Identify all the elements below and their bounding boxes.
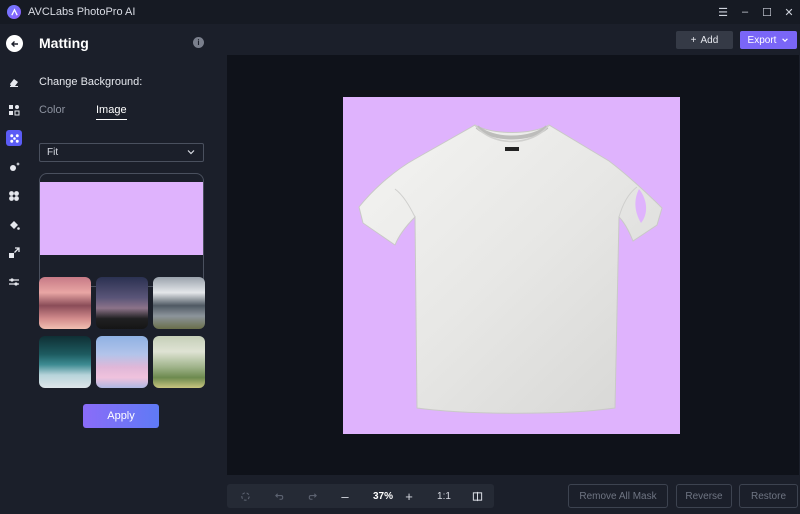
thumbnail-snowy-mountain[interactable]	[153, 277, 205, 329]
reverse-button[interactable]: Reverse	[676, 484, 732, 508]
fan-icon	[9, 191, 19, 201]
tshirt-image	[358, 124, 663, 414]
export-button[interactable]: Export	[740, 31, 797, 49]
chevron-down-icon	[782, 38, 789, 42]
minimize-icon[interactable]: –	[734, 0, 756, 24]
actual-size-button[interactable]: 1:1	[432, 484, 456, 508]
back-button[interactable]	[6, 35, 23, 52]
undo-icon[interactable]	[269, 484, 289, 508]
panel-title: Matting	[39, 35, 89, 51]
image-canvas[interactable]	[227, 55, 799, 475]
view-tools: – 37% + 1:1	[227, 484, 494, 508]
eraser-icon	[10, 79, 18, 87]
thumbnail-dusk-forest[interactable]	[96, 277, 148, 329]
sliders-icon	[9, 278, 19, 286]
add-button-label: Add	[700, 34, 719, 46]
background-color-swatch	[40, 182, 203, 255]
export-button-label: Export	[747, 34, 777, 46]
tool-rail	[0, 24, 28, 514]
tab-color[interactable]: Color	[39, 104, 65, 116]
zoom-level: 37%	[372, 490, 393, 502]
maximize-icon[interactable]: ☐	[756, 0, 778, 24]
sparkle-icon	[10, 162, 20, 171]
menu-icon[interactable]: ☰	[712, 0, 734, 24]
rail-item-face[interactable]	[6, 159, 22, 175]
close-icon[interactable]: ✕	[778, 0, 800, 24]
bottom-toolbar: – 37% + 1:1 Remove All Mask Reverse Rest…	[220, 476, 800, 514]
add-button[interactable]: + Add	[676, 31, 733, 49]
resize-icon	[9, 247, 20, 258]
redo-icon[interactable]	[302, 484, 322, 508]
app-title: AVCLabs PhotoPro AI	[28, 6, 136, 18]
matting-panel: Matting i Change Background: Color Image…	[28, 24, 220, 514]
rail-item-resize[interactable]	[6, 245, 22, 261]
rail-item-enhance[interactable]	[6, 102, 22, 118]
apply-button[interactable]: Apply	[83, 404, 159, 428]
background-preview	[39, 173, 204, 287]
remove-all-mask-button[interactable]: Remove All Mask	[568, 484, 668, 508]
grid-enhance-icon	[9, 105, 20, 116]
thumbnail-meadow-flowers[interactable]	[153, 336, 205, 388]
plus-icon: +	[690, 34, 697, 46]
rail-item-adjust[interactable]	[6, 274, 22, 290]
info-icon[interactable]: i	[193, 37, 204, 48]
thumbnail-ocean-waves[interactable]	[39, 336, 91, 388]
zoom-in-button[interactable]: +	[399, 484, 419, 508]
change-background-label: Change Background:	[39, 76, 143, 88]
thumbnail-mountain-sunset[interactable]	[39, 277, 91, 329]
restore-button[interactable]: Restore	[739, 484, 798, 508]
reset-icon[interactable]	[235, 484, 255, 508]
rail-item-matting[interactable]	[6, 130, 22, 146]
zoom-out-button[interactable]: –	[335, 484, 355, 508]
edited-image	[343, 97, 680, 434]
title-bar: AVCLabs PhotoPro AI ☰ – ☐ ✕	[0, 0, 800, 24]
paint-bucket-icon	[10, 221, 20, 230]
tab-image[interactable]: Image	[96, 104, 127, 120]
fit-select[interactable]: Fit	[39, 143, 204, 162]
matting-icon	[9, 133, 19, 143]
chevron-down-icon	[187, 150, 195, 155]
top-toolbar: + Add Export	[220, 24, 800, 55]
thumbnail-pink-clouds[interactable]	[96, 336, 148, 388]
rail-item-fill[interactable]	[6, 217, 22, 233]
app-logo-icon	[7, 5, 21, 19]
rail-item-eraser[interactable]	[6, 74, 22, 90]
rail-item-colorize[interactable]	[6, 188, 22, 204]
window-controls: ☰ – ☐ ✕	[712, 0, 800, 24]
back-arrow-icon	[10, 40, 18, 47]
fit-select-value: Fit	[47, 147, 59, 158]
compare-icon[interactable]	[467, 484, 487, 508]
